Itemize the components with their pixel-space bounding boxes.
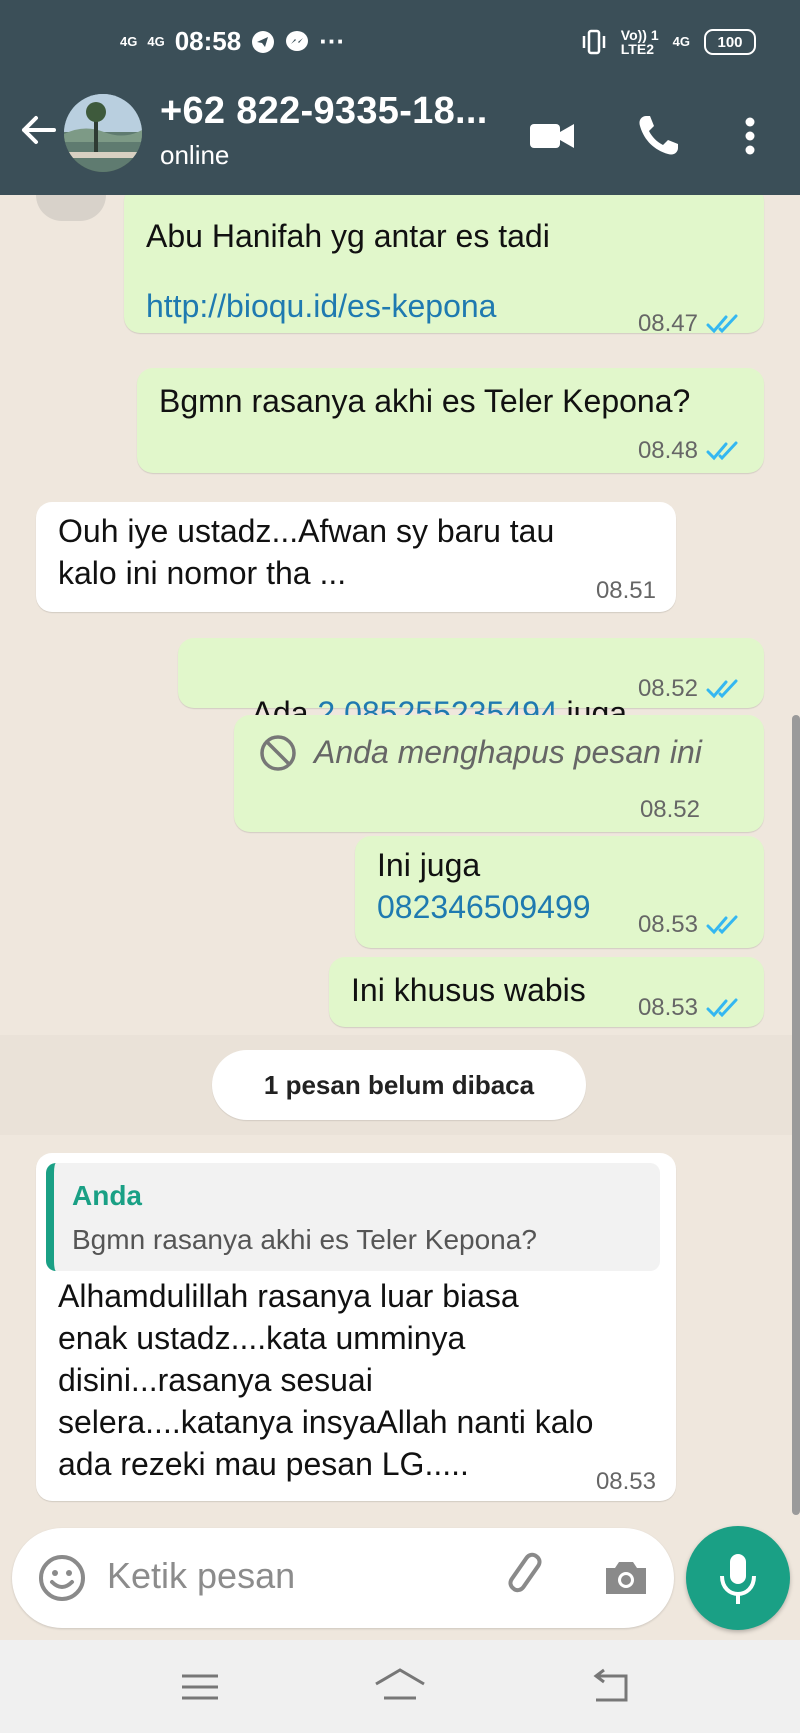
message-time: 08.53 bbox=[637, 994, 698, 1021]
message-text: Ini juga bbox=[377, 847, 481, 883]
chat-scrollbar[interactable] bbox=[792, 715, 800, 1515]
telegram-icon bbox=[252, 30, 275, 53]
emoji-icon[interactable] bbox=[34, 1550, 90, 1606]
double-tick-icon bbox=[706, 998, 738, 1018]
message-meta: 08.52 bbox=[638, 668, 744, 710]
more-vert-icon[interactable] bbox=[724, 110, 776, 162]
message-bubble-outgoing[interactable]: Abu Hanifah yg antar es tadi http://bioq… bbox=[124, 195, 764, 337]
message-link[interactable]: http://bioqu.id/es-kepona bbox=[146, 285, 496, 327]
attach-icon[interactable] bbox=[500, 1550, 556, 1606]
message-text-line: selera....katanya insyaAllah nanti kalo bbox=[58, 1404, 594, 1440]
status-bar: 4G 4G 08:58 ··· Vo)) 1 LTE2 4G 100 bbox=[0, 22, 800, 62]
nav-menu-icon[interactable] bbox=[170, 1662, 230, 1712]
quoted-text: Bgmn rasanya akhi es Teler Kepona? bbox=[72, 1224, 537, 1255]
quoted-author: Anda bbox=[72, 1180, 142, 1211]
network-indicator-3: 4G bbox=[672, 34, 690, 49]
message-bubble-outgoing[interactable]: Ini juga 082346509499 08.53 bbox=[355, 836, 764, 948]
volte-indicator: Vo)) 1 bbox=[620, 27, 659, 43]
app-header: 4G 4G 08:58 ··· Vo)) 1 LTE2 4G 100 +62 8… bbox=[0, 0, 800, 195]
message-time: 08.53 bbox=[637, 911, 698, 938]
message-meta: 08.52 bbox=[640, 789, 700, 831]
message-meta: 08.53 bbox=[638, 987, 744, 1029]
message-text: Abu Hanifah yg antar es tadi bbox=[146, 218, 550, 254]
deleted-message-text: Anda menghapus pesan ini bbox=[314, 734, 702, 770]
message-meta: 08.51 bbox=[596, 570, 656, 612]
deleted-icon bbox=[260, 735, 296, 771]
message-text-line: ada rezeki mau pesan LG..... bbox=[58, 1446, 469, 1482]
message-input[interactable]: Ketik pesan bbox=[107, 1555, 295, 1597]
double-tick-icon bbox=[706, 441, 738, 461]
network-indicator-2: 4G bbox=[147, 33, 165, 49]
double-tick-icon bbox=[706, 915, 738, 935]
nav-home-icon[interactable] bbox=[370, 1662, 430, 1712]
lte-indicator: LTE2 bbox=[620, 41, 654, 57]
network-indicator-1: 4G bbox=[120, 33, 138, 49]
message-time: 08.52 bbox=[639, 796, 700, 823]
message-meta: 08.47 bbox=[638, 303, 744, 345]
unread-messages-banner: 1 pesan belum dibaca bbox=[212, 1050, 586, 1120]
contact-status: online bbox=[160, 140, 230, 170]
message-time: 08.52 bbox=[637, 675, 698, 702]
vibrate-icon bbox=[582, 29, 606, 55]
message-time: 08.51 bbox=[595, 577, 656, 604]
quoted-message[interactable]: Anda Bgmn rasanya akhi es Teler Kepona? bbox=[46, 1163, 660, 1271]
message-text: Bgmn rasanya akhi es Teler Kepona? bbox=[159, 383, 691, 419]
message-bubble-outgoing[interactable]: Bgmn rasanya akhi es Teler Kepona? 08.48 bbox=[137, 368, 764, 473]
scroll-down-button[interactable] bbox=[36, 195, 106, 221]
message-text-line: kalo ini nomor tha ... bbox=[58, 555, 347, 591]
video-call-icon[interactable] bbox=[526, 110, 578, 162]
message-bubble-incoming[interactable]: Ouh iye ustadz...Afwan sy baru tau kalo … bbox=[36, 502, 676, 612]
double-tick-icon bbox=[706, 314, 738, 334]
status-time: 08:58 bbox=[174, 26, 242, 56]
message-time: 08.48 bbox=[637, 437, 698, 464]
message-composer[interactable]: Ketik pesan bbox=[12, 1528, 674, 1628]
voice-record-button[interactable] bbox=[686, 1526, 790, 1630]
message-bubble-deleted[interactable]: Anda menghapus pesan ini 08.52 bbox=[234, 715, 764, 832]
chat-header: +62 822-9335-18... online bbox=[0, 90, 800, 180]
contact-avatar[interactable] bbox=[64, 94, 142, 172]
more-notifications: ··· bbox=[319, 26, 346, 56]
message-time: 08.53 bbox=[595, 1468, 656, 1495]
camera-icon[interactable] bbox=[598, 1550, 654, 1606]
message-bubble-outgoing[interactable]: Ada 2 085255235494 juga 08.52 bbox=[178, 638, 764, 731]
message-bubble-outgoing[interactable]: Ini khusus wabis 08.53 bbox=[329, 957, 764, 1027]
message-meta: 08.53 bbox=[638, 904, 744, 946]
phone-number-link[interactable]: 082346509499 bbox=[377, 886, 591, 928]
message-meta: 08.48 bbox=[638, 430, 744, 472]
message-meta: 08.53 bbox=[596, 1461, 656, 1503]
message-text-line: enak ustadz....kata umminya bbox=[58, 1320, 466, 1356]
message-time: 08.47 bbox=[637, 310, 698, 337]
message-text-line: Alhamdulillah rasanya luar biasa bbox=[58, 1278, 519, 1314]
contact-name[interactable]: +62 822-9335-18... bbox=[160, 90, 488, 133]
messenger-icon bbox=[286, 30, 309, 51]
message-text-line: disini...rasanya sesuai bbox=[58, 1362, 373, 1398]
double-tick-icon bbox=[706, 679, 738, 699]
phone-icon[interactable] bbox=[632, 110, 684, 162]
message-text-line: Ouh iye ustadz...Afwan sy baru tau bbox=[58, 513, 555, 549]
chat-area[interactable]: Abu Hanifah yg antar es tadi http://bioq… bbox=[0, 195, 800, 1525]
mic-icon bbox=[720, 1554, 756, 1604]
nav-back-icon[interactable] bbox=[580, 1662, 640, 1712]
system-navigation-bar bbox=[0, 1640, 800, 1733]
battery-indicator: 100 bbox=[704, 29, 756, 55]
message-text: Ini khusus wabis bbox=[351, 972, 586, 1008]
message-bubble-incoming[interactable]: Anda Bgmn rasanya akhi es Teler Kepona? … bbox=[36, 1153, 676, 1501]
back-arrow-icon[interactable] bbox=[16, 108, 60, 152]
